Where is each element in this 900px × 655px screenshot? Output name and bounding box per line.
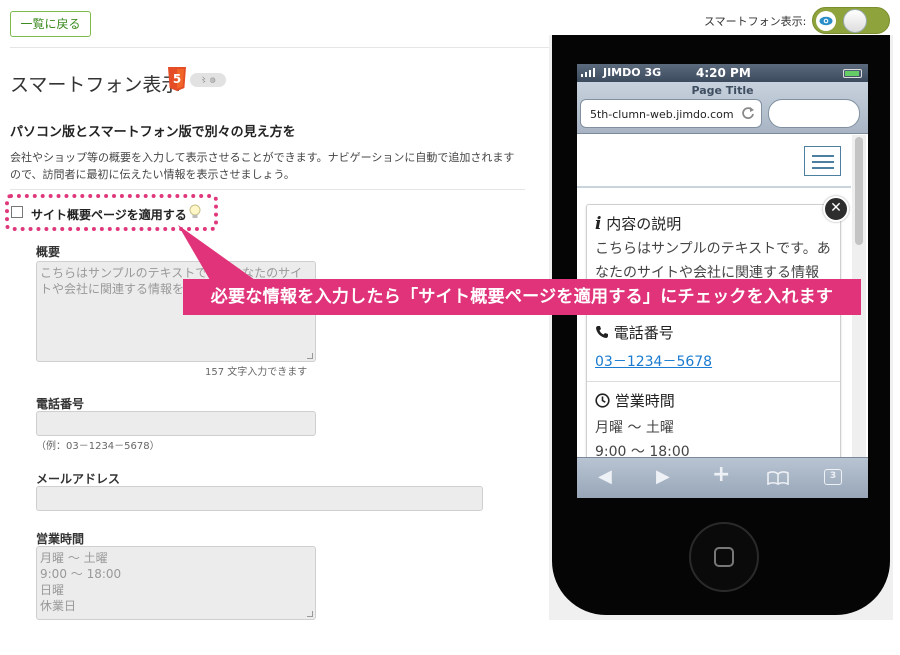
email-input[interactable]: [36, 486, 483, 511]
forward-arrow-icon[interactable]: ▶: [656, 466, 670, 487]
add-icon[interactable]: +: [712, 462, 730, 487]
divider: [10, 47, 550, 48]
browser-page-title: Page Title: [691, 84, 754, 97]
divider: [10, 189, 525, 190]
hours-label: 営業時間: [36, 532, 85, 546]
reload-icon[interactable]: [741, 106, 755, 120]
info-icon: i: [595, 214, 602, 234]
hours-textarea[interactable]: 月曜 ～ 土曜 9:00 ～ 18:00 日曜 休業日: [36, 546, 316, 620]
tabs-icon[interactable]: 3: [824, 469, 842, 485]
phone-section-title: 電話番号: [595, 322, 674, 343]
lightbulb-icon[interactable]: [189, 204, 201, 220]
callout-pointer: [178, 225, 255, 280]
battery-icon: [843, 69, 862, 78]
home-button[interactable]: [689, 522, 759, 592]
phone-label: 電話番号: [36, 397, 85, 411]
section-description: 会社やショップ等の概要を入力して表示させることができます。ナビゲーションに自動で…: [10, 151, 515, 181]
phone-example-hint: （例：03－1234－5678）: [36, 441, 160, 452]
browser-search-field[interactable]: [768, 99, 860, 128]
info-section-title: i 内容の説明: [595, 214, 682, 234]
toggle-knob[interactable]: [843, 9, 867, 33]
address-text: 5th-clumn-web.jimdo.com: [590, 108, 734, 121]
site-header: [577, 135, 851, 188]
phone-icon: [596, 326, 608, 338]
eye-icon: [816, 11, 836, 31]
apply-overview-checkbox[interactable]: [11, 206, 23, 218]
smartphone-display-label: スマートフォン表示:: [704, 15, 807, 28]
hours-line: 休業日: [40, 599, 77, 613]
overview-card: i 内容の説明 こちらはサンプルのテキストです。あなたのサイトや会社に関連する情…: [586, 204, 841, 464]
section-heading: パソコン版とスマートフォン版で別々の見え方を: [10, 125, 296, 140]
bookmarks-icon[interactable]: [767, 471, 789, 485]
overview-label: 概要: [36, 245, 61, 259]
page-title: スマートフォン表示: [10, 74, 181, 96]
carrier-name: JIMDO 3G: [603, 66, 662, 79]
info-text: こちらはサンプルのテキストです。あなたのサイトや会社に関連する情報: [595, 241, 831, 281]
hours-section-title: 営業時間: [595, 390, 675, 411]
signal-icon: [581, 67, 599, 80]
browser-address-area: Page Title 5th-clumn-web.jimdo.com: [577, 82, 868, 134]
status-bar: JIMDO 3G 4:20 PM: [577, 64, 868, 82]
browser-toolbar: ◀ ▶ + 3: [577, 457, 868, 498]
badge-pill: 〻 ◍: [190, 73, 226, 87]
status-time: 4:20 PM: [696, 66, 751, 80]
instruction-callout: 必要な情報を入力したら「サイト概要ページを適用する」にチェックを入れます: [183, 279, 861, 315]
hours-line: 9:00 ～ 18:00: [40, 567, 122, 581]
svg-text:5: 5: [173, 72, 181, 86]
resize-handle[interactable]: [307, 611, 313, 617]
divider: [587, 381, 840, 382]
hours-line: 月曜 ～ 土曜: [40, 551, 108, 565]
char-count: 157 文字入力できます: [205, 367, 308, 378]
hamburger-menu-icon[interactable]: [804, 146, 841, 176]
phone-input[interactable]: [36, 411, 316, 436]
smartphone-display-toggle[interactable]: [812, 7, 890, 34]
close-icon[interactable]: ✕: [823, 196, 849, 222]
hours-line: 月曜 ～ 土曜: [595, 420, 674, 436]
email-label: メールアドレス: [36, 472, 121, 486]
apply-overview-label[interactable]: サイト概要ページを適用する: [31, 206, 187, 223]
html5-icon: 5: [168, 67, 186, 91]
address-bar[interactable]: 5th-clumn-web.jimdo.com: [580, 99, 762, 128]
resize-handle[interactable]: [307, 353, 313, 359]
phone-number-link[interactable]: 03－1234－5678: [595, 351, 712, 371]
hours-line: 日曜: [40, 583, 65, 597]
back-arrow-icon[interactable]: ◀: [598, 466, 612, 487]
clock-icon: [595, 393, 610, 408]
back-to-list-button[interactable]: 一覧に戻る: [10, 11, 91, 37]
